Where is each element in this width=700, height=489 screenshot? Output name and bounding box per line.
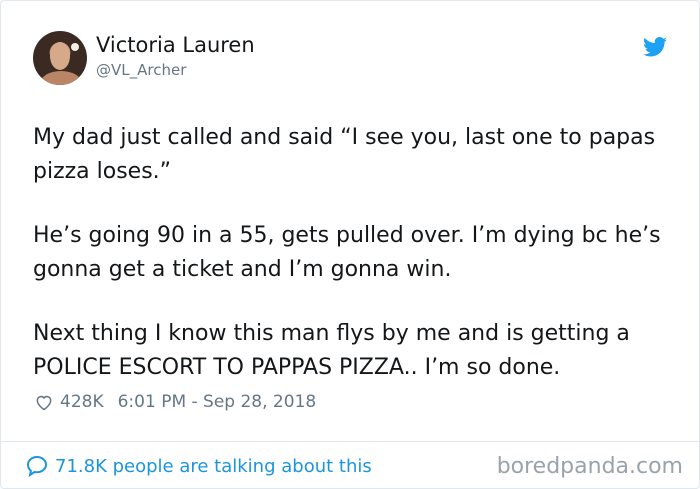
tweet-card: Victoria Lauren @VL_Archer My dad just c…	[0, 0, 700, 489]
like-count[interactable]: 428K	[60, 392, 104, 412]
avatar[interactable]	[33, 31, 87, 85]
conversation-link[interactable]: 71.8K people are talking about this	[25, 453, 372, 479]
avatar-shoulder	[41, 71, 81, 85]
tweet-text: My dad just called and said “I see you, …	[33, 121, 683, 385]
avatar-flower	[71, 43, 79, 51]
conversation-label: 71.8K people are talking about this	[55, 455, 372, 477]
speech-bubble-icon	[26, 455, 48, 478]
author-name[interactable]: Victoria Lauren	[96, 33, 255, 57]
tweet-paragraph: He’s going 90 in a 55, gets pulled over.…	[33, 223, 661, 282]
divider	[1, 441, 699, 442]
tweet-timestamp[interactable]: 6:01 PM - Sep 28, 2018	[118, 392, 317, 412]
tweet-paragraph: Next thing I know this man flys by me an…	[33, 321, 630, 380]
watermark: boredpanda.com	[496, 454, 683, 479]
avatar-face	[50, 42, 70, 70]
tweet-header: Victoria Lauren @VL_Archer	[33, 31, 675, 89]
tweet-meta: 428K 6:01 PM - Sep 28, 2018	[34, 390, 316, 414]
author-handle[interactable]: @VL_Archer	[96, 61, 186, 79]
twitter-bird-icon[interactable]	[643, 37, 667, 57]
heart-icon[interactable]	[34, 392, 54, 412]
tweet-paragraph: My dad just called and said “I see you, …	[33, 125, 656, 184]
